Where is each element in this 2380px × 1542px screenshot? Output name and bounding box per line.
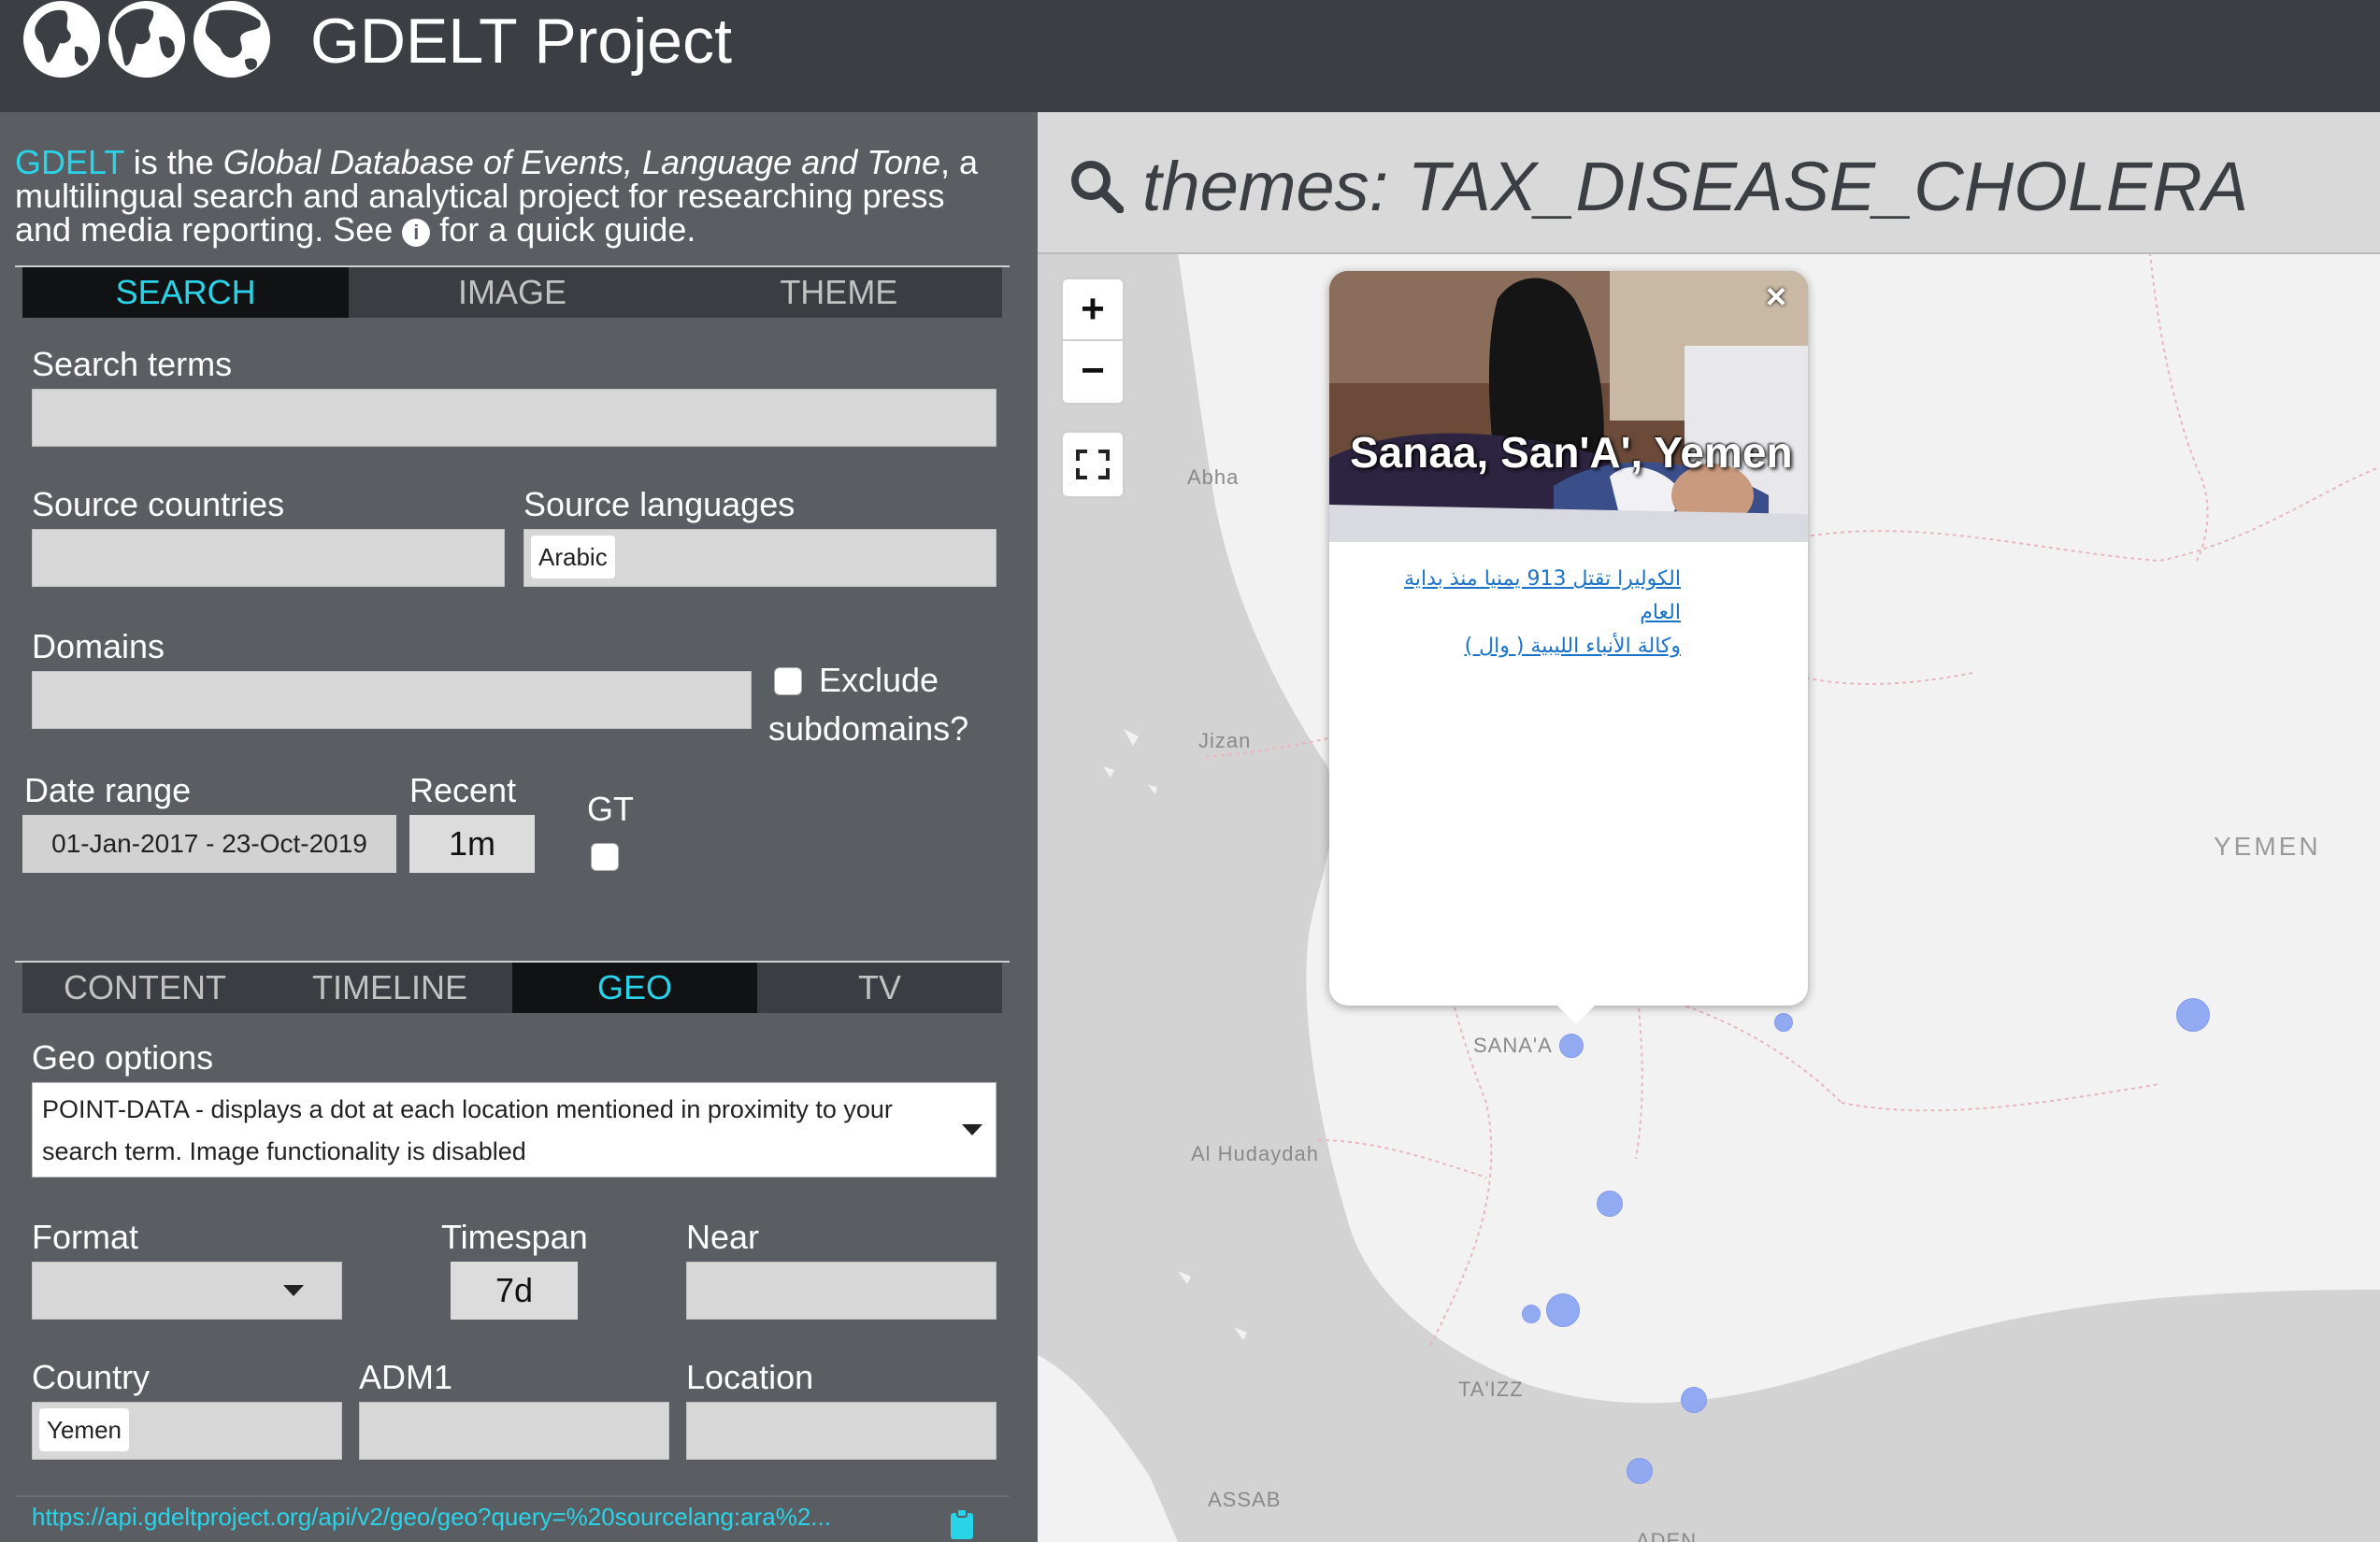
search-icon[interactable] [1069, 159, 1124, 213]
recent-label: Recent [409, 771, 517, 809]
intro-text-3: for a quick guide. [430, 210, 696, 249]
recent-input[interactable]: 1m [409, 815, 535, 873]
location-dot[interactable] [1522, 1305, 1541, 1323]
subdomains-label: subdomains? [768, 709, 969, 748]
tab-content[interactable]: CONTENT [22, 963, 267, 1013]
gt-label: GT [587, 790, 634, 828]
date-range-input[interactable]: 01-Jan-2017 - 23-Oct-2019 [22, 815, 396, 873]
article-image[interactable]: Sanaa, San'A', Yemen × [1329, 271, 1808, 542]
date-range-label: Date range [24, 771, 192, 809]
search-terms-label: Search terms [32, 345, 233, 383]
query-text: themes: TAX_DISEASE_CHOLERA [1142, 148, 2249, 225]
location-label: Location [686, 1358, 814, 1396]
app-title[interactable]: GDELT Project [310, 2, 732, 80]
popup-pointer [1556, 1004, 1597, 1024]
map-label-aden: ADEN [1636, 1529, 1698, 1542]
search-panel: GDELT is the Global Database of Events, … [0, 112, 1038, 1542]
tab-timeline[interactable]: TIMELINE [267, 963, 512, 1013]
location-dot[interactable] [1597, 1191, 1623, 1217]
map-label-jizan: Jizan [1198, 729, 1252, 752]
zoom-in-button[interactable]: + [1063, 279, 1123, 341]
divider [15, 1495, 1010, 1497]
source-languages-label: Source languages [523, 485, 796, 523]
zoom-out-button[interactable]: − [1063, 341, 1123, 401]
fullscreen-button[interactable] [1060, 430, 1125, 499]
tab-tv[interactable]: TV [757, 963, 1002, 1013]
tab-image[interactable]: IMAGE [349, 267, 675, 318]
adm1-input[interactable] [359, 1402, 669, 1460]
geo-options-value: POINT-DATA - displays a dot at each loca… [42, 1095, 893, 1165]
timespan-input[interactable]: 7d [451, 1262, 578, 1320]
source-countries-label: Source countries [32, 485, 285, 523]
close-icon[interactable]: × [1759, 279, 1793, 315]
location-dot[interactable] [1774, 1013, 1793, 1032]
exclude-subdomains-checkbox[interactable] [774, 667, 802, 695]
timespan-label: Timespan [441, 1218, 588, 1256]
source-countries-input[interactable] [32, 529, 505, 587]
near-label: Near [686, 1218, 760, 1256]
location-dot[interactable] [1681, 1387, 1707, 1413]
output-tabs: CONTENT TIMELINE GEO TV [22, 963, 1002, 1013]
tab-search[interactable]: SEARCH [22, 267, 350, 318]
article-title[interactable]: الكوليرا تقتل 913 يمنيا منذ بداية العام [1363, 563, 1681, 630]
gt-checkbox[interactable] [591, 843, 619, 871]
map-label-abha: Abha [1187, 465, 1240, 489]
api-url-link[interactable]: https://api.gdeltproject.org/api/v2/geo/… [32, 1503, 929, 1532]
map-label-assab: ASSAB [1208, 1488, 1282, 1511]
zoom-control: + − [1060, 277, 1125, 406]
map-label-hudaydah: Al Hudaydah [1191, 1142, 1319, 1165]
country-chip[interactable]: Yemen [39, 1408, 129, 1451]
location-dot[interactable] [1627, 1458, 1653, 1484]
format-select[interactable] [32, 1262, 342, 1320]
source-languages-input[interactable]: Arabic [523, 529, 996, 587]
search-mode-tabs: SEARCH IMAGE THEME [22, 267, 1002, 318]
article-source[interactable]: وكالة الأنباء الليبية ( وال ) [1363, 630, 1681, 664]
location-dot[interactable] [1546, 1293, 1580, 1327]
geo-options-select[interactable]: POINT-DATA - displays a dot at each loca… [32, 1082, 996, 1178]
location-dot[interactable] [1559, 1034, 1584, 1058]
intro-italic: Global Database of Events, Language and … [222, 143, 941, 181]
location-input[interactable] [686, 1402, 996, 1460]
language-chip[interactable]: Arabic [531, 535, 615, 578]
map-label-sanaa: SANA'A [1473, 1034, 1553, 1057]
intro-text-1: is the [123, 143, 223, 181]
country-label: Country [32, 1358, 151, 1396]
country-input[interactable]: Yemen [32, 1402, 342, 1460]
format-label: Format [32, 1218, 139, 1256]
location-dot[interactable] [2176, 998, 2210, 1032]
three-globes-logo-icon[interactable] [22, 0, 271, 79]
location-popup: Sanaa, San'A', Yemen × الكوليرا تقتل 913… [1329, 271, 1808, 1006]
adm1-label: ADM1 [359, 1358, 453, 1396]
map-label-yemen: YEMEN [2214, 832, 2321, 861]
fullscreen-icon [1076, 450, 1110, 479]
article-link[interactable]: الكوليرا تقتل 913 يمنيا منذ بداية العام … [1363, 563, 1681, 664]
tab-geo[interactable]: GEO [512, 963, 757, 1013]
clipboard-icon[interactable] [950, 1508, 974, 1540]
intro-text: GDELT is the Global Database of Events, … [15, 146, 1006, 247]
chevron-down-icon [962, 1124, 982, 1135]
chevron-down-icon [283, 1285, 304, 1296]
tab-theme[interactable]: THEME [676, 267, 1002, 318]
domains-label: Domains [32, 627, 165, 665]
gdelt-link[interactable]: GDELT [15, 143, 124, 181]
map-label-taizz: TA'IZZ [1458, 1378, 1524, 1401]
domains-input[interactable] [32, 671, 752, 729]
near-input[interactable] [686, 1262, 996, 1320]
article-photo [1329, 271, 1808, 542]
exclude-label: Exclude [819, 661, 939, 699]
info-icon[interactable]: i [402, 219, 431, 247]
geo-options-label: Geo options [32, 1038, 214, 1077]
search-terms-input[interactable] [32, 389, 996, 447]
app-header: GDELT Project [0, 0, 2380, 112]
query-bar[interactable]: themes: TAX_DISEASE_CHOLERA [1038, 112, 2380, 254]
popup-location-title: Sanaa, San'A', Yemen [1350, 428, 1793, 477]
